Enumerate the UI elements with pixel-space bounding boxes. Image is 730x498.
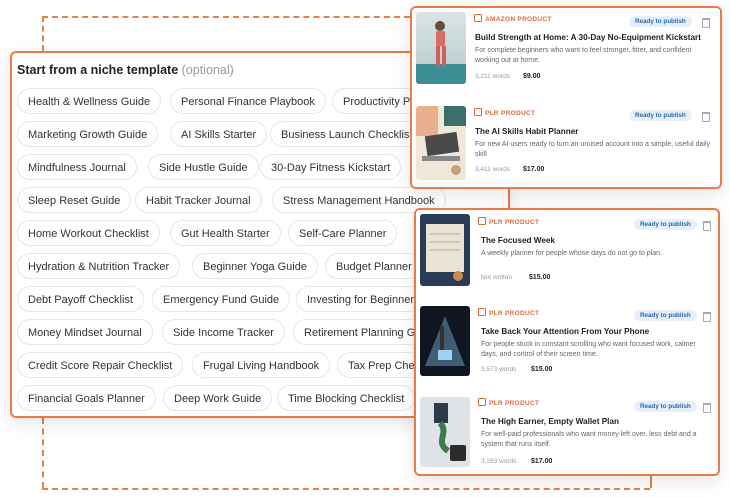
product-description: For people stuck in constant scrolling w…	[481, 341, 696, 358]
template-chip[interactable]: Hydration & Nutrition Tracker	[17, 253, 181, 279]
product-title: Build Strength at Home: A 30-Day No-Equi…	[475, 33, 701, 42]
template-chip[interactable]: Sleep Reset Guide	[17, 187, 132, 213]
product-price: $17.00	[531, 458, 553, 465]
word-count: Not written	[481, 274, 513, 281]
template-chip[interactable]: Financial Goals Planner	[17, 385, 156, 411]
template-chip[interactable]: AI Skills Starter	[170, 121, 268, 147]
product-card[interactable]: PLR PRODUCT Ready to publish The High Ea…	[416, 389, 718, 474]
product-kind-text: PLR PRODUCT	[489, 310, 540, 317]
template-chip[interactable]: Money Mindset Journal	[17, 319, 153, 345]
template-chip[interactable]: Gut Health Starter	[170, 220, 281, 246]
book-icon	[478, 217, 486, 225]
fitness-woman-icon	[416, 21, 466, 84]
template-chip[interactable]: Mindfulness Journal	[17, 154, 137, 180]
product-kind: PLR PRODUCT	[478, 308, 539, 317]
phone-icon	[425, 316, 465, 366]
trash-icon[interactable]	[702, 112, 710, 122]
template-heading: Start from a niche template (optional)	[17, 63, 234, 77]
product-description: For well-paid professionals who want mon…	[481, 431, 697, 448]
product-cover-image	[420, 306, 470, 376]
connector-line	[650, 476, 652, 488]
template-chip[interactable]: Deep Work Guide	[163, 385, 273, 411]
product-kind: PLR PRODUCT	[478, 398, 539, 407]
product-description: For new AI users ready to turn an unused…	[475, 141, 711, 158]
book-icon	[478, 308, 486, 316]
planner-icon	[426, 224, 464, 281]
trash-icon[interactable]	[702, 18, 710, 28]
template-chip[interactable]: 30-Day Fitness Kickstart	[260, 154, 402, 180]
template-chip[interactable]: Debt Payoff Checklist	[17, 286, 144, 312]
template-chip[interactable]: Marketing Growth Guide	[17, 121, 159, 147]
product-kind: PLR PRODUCT	[478, 217, 539, 226]
wallet-icon	[434, 403, 466, 461]
product-list-bottom: PLR PRODUCT Ready to publish The Focused…	[414, 208, 720, 476]
product-kind: AMAZON PRODUCT	[474, 14, 552, 23]
connector-line	[42, 488, 650, 490]
product-card[interactable]: AMAZON PRODUCT Ready to publish Build St…	[412, 8, 720, 101]
trash-icon[interactable]	[703, 403, 711, 413]
template-chip[interactable]: Home Workout Checklist	[17, 220, 160, 246]
product-kind-text: PLR PRODUCT	[489, 400, 540, 407]
template-chip[interactable]: Side Hustle Guide	[148, 154, 259, 180]
product-price: $9.00	[523, 73, 541, 80]
template-chip[interactable]: Time Blocking Checklist	[277, 385, 416, 411]
status-badge: Ready to publish	[634, 310, 697, 321]
connector-line	[42, 16, 410, 18]
template-chip[interactable]: Habit Tracker Journal	[135, 187, 262, 213]
book-icon	[474, 14, 482, 22]
template-chip[interactable]: Beginner Yoga Guide	[192, 253, 318, 279]
product-card[interactable]: PLR PRODUCT Ready to publish Take Back Y…	[416, 300, 718, 390]
product-kind-text: PLR PRODUCT	[489, 219, 540, 226]
product-description: A weekly planner for people whose days d…	[481, 250, 662, 257]
product-price: $15.00	[529, 274, 551, 281]
connector-line	[42, 16, 44, 51]
template-chip[interactable]: Health & Wellness Guide	[17, 88, 162, 114]
word-count: 3,411 words	[475, 166, 510, 173]
product-title: The Focused Week	[481, 236, 556, 245]
product-title: The AI Skills Habit Planner	[475, 127, 579, 136]
template-chip[interactable]: Emergency Fund Guide	[152, 286, 291, 312]
word-count: 3,283 words	[481, 458, 517, 465]
connector-line	[42, 418, 44, 488]
status-badge: Ready to publish	[634, 401, 697, 412]
template-chip[interactable]: Investing for Beginners	[296, 286, 431, 312]
trash-icon[interactable]	[703, 221, 711, 231]
template-chip[interactable]: Personal Finance Playbook	[170, 88, 326, 114]
product-list-top: AMAZON PRODUCT Ready to publish Build St…	[410, 6, 722, 189]
product-cover-image	[420, 214, 470, 286]
trash-icon[interactable]	[703, 312, 711, 322]
product-card[interactable]: PLR PRODUCT Ready to publish The Focused…	[416, 210, 718, 301]
status-badge: Ready to publish	[629, 16, 692, 27]
status-badge: Ready to publish	[634, 219, 697, 230]
product-kind: PLR PRODUCT	[474, 108, 535, 117]
template-chip[interactable]: Budget Planner	[325, 253, 423, 279]
product-price: $15.00	[531, 366, 553, 373]
word-count: 3,211 words	[475, 73, 510, 80]
product-description: For complete beginners who want to feel …	[475, 47, 692, 64]
status-badge: Ready to publish	[629, 110, 692, 121]
template-chip[interactable]: Frugal Living Handbook	[192, 352, 331, 378]
optional-label: (optional)	[181, 63, 234, 77]
laptop-icon	[416, 106, 466, 175]
product-cover-image	[416, 106, 466, 180]
product-cover-image	[420, 397, 470, 467]
template-chip[interactable]: Credit Score Repair Checklist	[17, 352, 184, 378]
product-kind-text: AMAZON PRODUCT	[485, 16, 552, 23]
template-chip[interactable]: Self-Care Planner	[288, 220, 398, 246]
book-icon	[474, 108, 482, 116]
product-card[interactable]: PLR PRODUCT Ready to publish The AI Skil…	[412, 100, 720, 187]
product-price: $17.00	[523, 166, 545, 173]
book-icon	[478, 398, 486, 406]
product-cover-image	[416, 12, 466, 84]
product-title: The High Earner, Empty Wallet Plan	[481, 417, 620, 426]
product-title: Take Back Your Attention From Your Phone	[481, 327, 650, 336]
template-chip[interactable]: Side Income Tracker	[162, 319, 285, 345]
template-heading-text: Start from a niche template	[17, 63, 179, 77]
product-kind-text: PLR PRODUCT	[485, 110, 536, 117]
template-chip[interactable]: Business Launch Checklist	[270, 121, 424, 147]
word-count: 3,573 words	[481, 366, 517, 373]
